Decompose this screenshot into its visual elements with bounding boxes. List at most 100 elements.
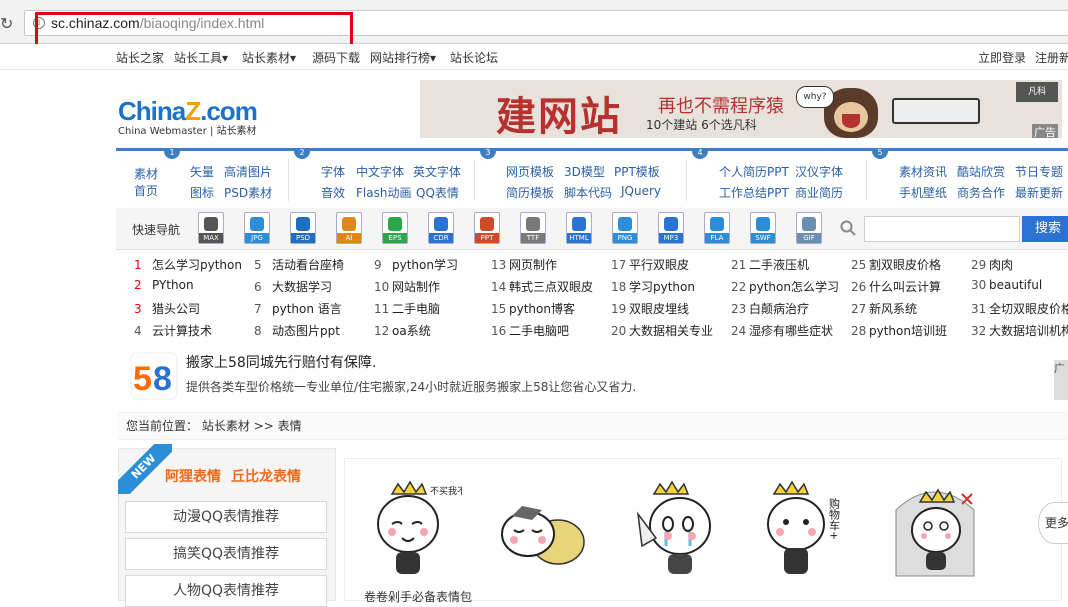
emoji-sticker-2[interactable] bbox=[492, 480, 592, 580]
cat-link[interactable]: 矢量 bbox=[190, 163, 214, 180]
file-type-icon[interactable]: GIF bbox=[796, 212, 822, 244]
funny-qq-emoji-button[interactable]: 搞笑QQ表情推荐 bbox=[125, 538, 327, 570]
cat-link[interactable]: 图标 bbox=[190, 184, 214, 201]
hot-keyword-link[interactable]: 13 网页制作 bbox=[491, 256, 557, 273]
hot-keyword-link[interactable]: 9 python学习 bbox=[374, 256, 458, 273]
file-type-icon[interactable]: JPG bbox=[244, 212, 270, 244]
hot-keyword-link[interactable]: 27 新风系统 bbox=[851, 300, 917, 317]
cat-link[interactable]: 汉仪字体 bbox=[795, 163, 843, 180]
hot-keyword-link[interactable]: 11 二手电脑 bbox=[374, 300, 440, 317]
cat-link[interactable]: 简历模板 bbox=[506, 184, 554, 201]
hot-keyword-link[interactable]: 18 学习python bbox=[611, 278, 695, 295]
hot-keyword-link[interactable]: 8 动态图片ppt bbox=[254, 322, 340, 339]
cat-home-link[interactable]: 素材 bbox=[134, 165, 158, 182]
hot-keyword-link[interactable]: 2 PYthon bbox=[134, 278, 194, 292]
hot-keyword-link[interactable]: 1 怎么学习python bbox=[134, 256, 242, 273]
topnav-item[interactable]: 网站排行榜▾ bbox=[370, 49, 436, 66]
anime-qq-emoji-button[interactable]: 动漫QQ表情推荐 bbox=[125, 501, 327, 533]
hot-keyword-link[interactable]: 6 大数据学习 bbox=[254, 278, 332, 295]
more-button[interactable]: 更多 bbox=[1038, 502, 1068, 544]
file-type-icon[interactable]: PSD bbox=[290, 212, 316, 244]
file-type-icon[interactable]: HTML bbox=[566, 212, 592, 244]
hot-keyword-link[interactable]: 17 平行双眼皮 bbox=[611, 256, 689, 273]
cat-link[interactable]: 中文字体 bbox=[356, 163, 404, 180]
hot-keyword-link[interactable]: 5 活动看台座椅 bbox=[254, 256, 344, 273]
login-link[interactable]: 立即登录 bbox=[978, 49, 1026, 66]
cat-link[interactable]: 素材资讯 bbox=[899, 163, 947, 180]
hot-keyword-link[interactable]: 28 python培训班 bbox=[851, 322, 947, 339]
emoji-sticker-5[interactable] bbox=[890, 480, 990, 580]
cat-home-link[interactable]: 首页 bbox=[134, 182, 158, 199]
hot-keyword-link[interactable]: 24 湿疹有哪些症状 bbox=[731, 322, 833, 339]
file-type-icon[interactable]: PNG bbox=[612, 212, 638, 244]
hot-keyword-link[interactable]: 32 大数据培训机构 bbox=[971, 322, 1068, 339]
qiubilong-emoji-link[interactable]: 丘比龙表情 bbox=[231, 466, 301, 486]
topnav-item[interactable]: 站长工具▾ bbox=[174, 49, 228, 66]
cat-link[interactable]: 网页模板 bbox=[506, 163, 554, 180]
hot-keyword-link[interactable]: 7 python 语言 bbox=[254, 300, 342, 317]
cat-link[interactable]: JQuery bbox=[621, 184, 661, 198]
breadcrumb-current[interactable]: 表情 bbox=[278, 419, 302, 433]
hot-keyword-link[interactable]: 12 oa系统 bbox=[374, 322, 431, 339]
cat-link[interactable]: 3D模型 bbox=[564, 163, 605, 180]
emoji-sticker-1[interactable]: 不买我不买! bbox=[362, 480, 462, 580]
topnav-item[interactable]: 站长素材▾ bbox=[242, 49, 296, 66]
side-ad-label[interactable]: 广 bbox=[1054, 360, 1068, 400]
hot-keyword-link[interactable]: 10 网站制作 bbox=[374, 278, 440, 295]
hot-keyword-link[interactable]: 23 白颠病治疗 bbox=[731, 300, 809, 317]
cat-link[interactable]: 最新更新 bbox=[1015, 184, 1063, 201]
cat-link[interactable]: 工作总结PPT bbox=[719, 184, 789, 201]
topnav-item[interactable]: 站长之家 bbox=[116, 49, 164, 66]
cat-link[interactable]: 商业简历 bbox=[795, 184, 843, 201]
emoji-sticker-4[interactable]: 购物车+ bbox=[760, 480, 860, 580]
emoji-sticker-3[interactable] bbox=[628, 480, 728, 580]
cat-link[interactable]: 酷站欣赏 bbox=[957, 163, 1005, 180]
cat-link[interactable]: 个人简历PPT bbox=[719, 163, 789, 180]
hot-keyword-link[interactable]: 26 什么叫云计算 bbox=[851, 278, 941, 295]
ad-banner[interactable]: 建网站 再也不需程序猿 10个建站 6个选凡科 why? 凡科 广告 bbox=[420, 80, 1062, 138]
file-type-icon[interactable]: FLA bbox=[704, 212, 730, 244]
hot-keyword-link[interactable]: 20 大数据相关专业 bbox=[611, 322, 713, 339]
search-input[interactable] bbox=[864, 216, 1020, 242]
hot-keyword-link[interactable]: 19 双眼皮埋线 bbox=[611, 300, 689, 317]
cat-link[interactable]: 手机壁纸 bbox=[899, 184, 947, 201]
cat-link[interactable]: 英文字体 bbox=[413, 163, 461, 180]
hot-keyword-link[interactable]: 25 割双眼皮价格 bbox=[851, 256, 941, 273]
cat-link[interactable]: 字体 bbox=[321, 163, 345, 180]
hot-keyword-link[interactable]: 29 肉肉 bbox=[971, 256, 1013, 273]
topnav-item[interactable]: 站长论坛 bbox=[450, 49, 498, 66]
reload-icon[interactable]: ↻ bbox=[0, 14, 13, 33]
ad-title[interactable]: 搬家上58同城先行赔付有保障. bbox=[186, 352, 376, 372]
topnav-item[interactable]: 源码下载 bbox=[312, 49, 360, 66]
cat-link[interactable]: 脚本代码 bbox=[564, 184, 612, 201]
hot-keyword-link[interactable]: 15 python博客 bbox=[491, 300, 575, 317]
hot-keyword-link[interactable]: 16 二手电脑吧 bbox=[491, 322, 569, 339]
hot-keyword-link[interactable]: 4 云计算技术 bbox=[134, 322, 212, 339]
cat-link[interactable]: PSD素材 bbox=[224, 184, 272, 201]
breadcrumb-link[interactable]: 站长素材 bbox=[202, 419, 250, 433]
search-button[interactable]: 搜索 bbox=[1022, 216, 1068, 242]
file-type-icon[interactable]: SWF bbox=[750, 212, 776, 244]
file-type-icon[interactable]: AI bbox=[336, 212, 362, 244]
cat-link[interactable]: 高清图片 bbox=[224, 163, 272, 180]
cat-link[interactable]: 节日专题 bbox=[1015, 163, 1063, 180]
hot-keyword-link[interactable]: 30 beautiful bbox=[971, 278, 1042, 292]
hot-keyword-link[interactable]: 31 全切双眼皮价格 bbox=[971, 300, 1068, 317]
file-type-icon[interactable]: EPS bbox=[382, 212, 408, 244]
file-type-icon[interactable]: CDR bbox=[428, 212, 454, 244]
cat-link[interactable]: QQ表情 bbox=[416, 184, 459, 201]
register-link[interactable]: 注册新 bbox=[1035, 49, 1068, 66]
hot-keyword-link[interactable]: 21 二手液压机 bbox=[731, 256, 809, 273]
file-type-icon[interactable]: TTF bbox=[520, 212, 546, 244]
banner-button[interactable] bbox=[892, 98, 980, 124]
cat-link[interactable]: PPT模板 bbox=[614, 163, 660, 180]
ali-emoji-link[interactable]: 阿狸表情 bbox=[165, 466, 221, 486]
cat-link[interactable]: Flash动画 bbox=[356, 184, 411, 201]
cat-link[interactable]: 音效 bbox=[321, 184, 345, 201]
cat-link[interactable]: 商务合作 bbox=[957, 184, 1005, 201]
file-type-icon[interactable]: MAX bbox=[198, 212, 224, 244]
emoji-caption[interactable]: 卷卷剁手必备表情包 bbox=[364, 588, 472, 605]
people-qq-emoji-button[interactable]: 人物QQ表情推荐 bbox=[125, 575, 327, 607]
hot-keyword-link[interactable]: 3 猎头公司 bbox=[134, 300, 200, 317]
file-type-icon[interactable]: MP3 bbox=[658, 212, 684, 244]
